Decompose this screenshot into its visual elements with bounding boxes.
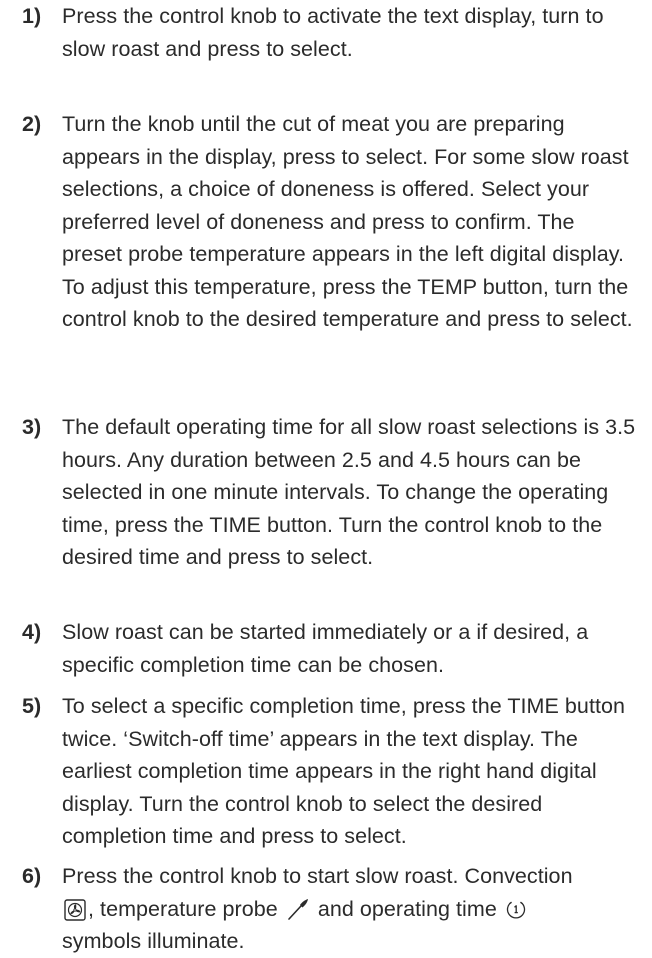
step-item: 2) Turn the knob until the cut of meat y…: [22, 108, 638, 336]
step-text: Press the control knob to start slow roa…: [62, 860, 638, 958]
step-text: Slow roast can be started immediately or…: [62, 620, 589, 677]
step-item: 3) The default operating time for all sl…: [22, 411, 638, 574]
step-number: 3): [22, 415, 42, 439]
step-text-part: and operating time: [317, 896, 497, 921]
step-text: Turn the knob until the cut of meat you …: [62, 112, 633, 331]
step-item: 1) Press the control knob to activate th…: [22, 0, 638, 65]
step-number: 4): [22, 620, 42, 644]
step-number: 5): [22, 694, 42, 718]
step-text: Press the control knob to activate the t…: [62, 4, 604, 61]
temperature-probe-icon: [286, 897, 310, 921]
step-text: The default operating time for all slow …: [62, 415, 636, 569]
instruction-page: 1) Press the control knob to activate th…: [0, 0, 652, 953]
step-text-part: symbols illuminate.: [62, 929, 245, 953]
step-number: 1): [22, 4, 42, 28]
step-text-part: , temperature probe: [88, 896, 278, 921]
step-item: 4) Slow roast can be started immediately…: [22, 616, 638, 681]
operating-time-clock-icon: [505, 899, 527, 921]
step-item: 5) To select a specific completion time,…: [22, 690, 638, 853]
step-text-part: Press the control knob to start slow roa…: [62, 864, 573, 888]
convection-fan-icon: [64, 898, 86, 921]
step-item: 6) Press the control knob to start slow …: [22, 860, 638, 958]
step-number: 2): [22, 112, 42, 136]
step-number: 6): [22, 864, 42, 888]
step-text: To select a specific completion time, pr…: [62, 694, 625, 848]
